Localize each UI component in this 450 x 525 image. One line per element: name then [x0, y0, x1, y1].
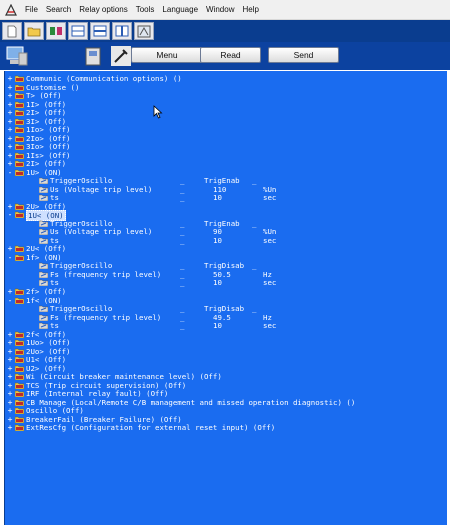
folder-icon [14, 331, 25, 338]
horizontal-split-2-icon[interactable] [90, 22, 110, 40]
computer-icon[interactable] [4, 44, 30, 68]
new-file-icon[interactable] [2, 22, 22, 40]
parameter-icon [38, 186, 49, 193]
folder-icon [14, 339, 25, 347]
folder-icon [14, 297, 25, 304]
vertical-split-icon[interactable] [112, 22, 132, 40]
parameter-value[interactable]: 10 [213, 278, 222, 287]
folder-icon [14, 373, 25, 381]
folder-icon [14, 399, 25, 406]
folder-icon [14, 143, 25, 151]
folder-icon [14, 84, 25, 91]
device-icon[interactable] [80, 44, 106, 68]
folder-icon [14, 424, 25, 432]
menu-window[interactable]: Window [202, 5, 238, 14]
folder-icon [14, 169, 25, 176]
parameter-icon [38, 177, 49, 185]
folder-icon [14, 203, 25, 211]
folder-icon [14, 245, 25, 253]
parameter-icon [38, 305, 49, 313]
folder-icon [14, 416, 25, 424]
folder-icon [14, 254, 25, 262]
horizontal-split-icon[interactable] [68, 22, 88, 40]
parameter-separator: _ [180, 235, 185, 245]
parameter-icon [38, 271, 49, 279]
parameter-icon [38, 228, 49, 236]
folder-icon [14, 288, 25, 296]
parameter-icon [38, 322, 49, 330]
parameter-icon [38, 220, 49, 228]
folder-icon [14, 92, 25, 100]
folder-icon [14, 407, 25, 415]
settings-tree[interactable]: + Communic (Communication options) () + Cus… [4, 71, 447, 525]
parameter-value[interactable]: 10 [213, 321, 222, 330]
parameter-unit: sec [263, 321, 277, 331]
parameter-value[interactable]: 10 [213, 193, 222, 202]
folder-icon [14, 135, 25, 142]
parameter-unit: sec [263, 278, 277, 288]
folder-icon [14, 101, 25, 108]
parameter-separator: _ [180, 321, 185, 331]
folder-icon [14, 211, 25, 219]
parameter-name: Fs (frequency trip level) [50, 312, 162, 322]
collapse-icon[interactable]: - [7, 210, 13, 219]
parameter-icon [38, 279, 49, 287]
parameter-icon [38, 194, 49, 202]
tree-node-label[interactable]: ExtResCfg (Configuration for external re… [26, 423, 275, 432]
parameter-name: Us (Voltage trip level) [50, 227, 153, 237]
collapse-icon[interactable]: - [7, 168, 13, 177]
parameter-unit: sec [263, 235, 277, 245]
parameter-icon [38, 237, 49, 245]
menu-file[interactable]: File [21, 5, 42, 14]
read-button[interactable]: Read [200, 47, 261, 63]
folder-icon [14, 365, 25, 372]
menu-tools[interactable]: Tools [132, 5, 159, 14]
parameter-unit: _ [252, 218, 257, 228]
app-icon [4, 3, 18, 17]
menu-search[interactable]: Search [42, 5, 75, 14]
command-toolbar: Menu Read Send [0, 42, 450, 70]
folder-icon [14, 152, 25, 159]
parameter-name: Fs (frequency trip level) [50, 269, 162, 279]
collapse-icon[interactable]: - [7, 253, 13, 262]
parameter-unit: _ [252, 176, 257, 186]
folder-icon [14, 75, 25, 83]
parameter-unit: _ [252, 261, 257, 271]
send-button[interactable]: Send [268, 47, 339, 63]
folder-icon [14, 390, 25, 398]
folder-icon [14, 118, 25, 125]
parameter-separator: _ [180, 278, 185, 288]
menu-language[interactable]: Language [158, 5, 202, 14]
parameter-unit: _ [252, 304, 257, 314]
parameter-unit: sec [263, 193, 277, 203]
parameter-icon [38, 262, 49, 270]
collapse-icon[interactable]: - [7, 296, 13, 305]
folder-icon [14, 160, 25, 168]
parameter-separator: _ [180, 193, 185, 203]
mouse-cursor-icon [153, 105, 163, 119]
folder-icon [14, 356, 25, 364]
folder-icon [14, 126, 25, 134]
folder-icon [14, 382, 25, 389]
menu-button[interactable]: Menu [131, 47, 203, 63]
parameter-icon [38, 314, 49, 321]
menu-bar: File Search Relay options Tools Language Wind… [0, 0, 450, 20]
menu-help[interactable]: Help [238, 5, 262, 14]
parameter-name: Us (Voltage trip level) [50, 184, 153, 194]
parameter-value[interactable]: 10 [213, 236, 222, 245]
menu-relay-options[interactable]: Relay options [75, 5, 131, 14]
monitor-icon[interactable] [134, 22, 154, 40]
open-folder-icon[interactable] [24, 22, 44, 40]
folder-icon [14, 109, 25, 117]
expand-icon[interactable]: + [7, 423, 13, 432]
relay-settings-icon[interactable] [46, 22, 66, 40]
file-toolbar [0, 20, 450, 42]
folder-icon [14, 348, 25, 355]
